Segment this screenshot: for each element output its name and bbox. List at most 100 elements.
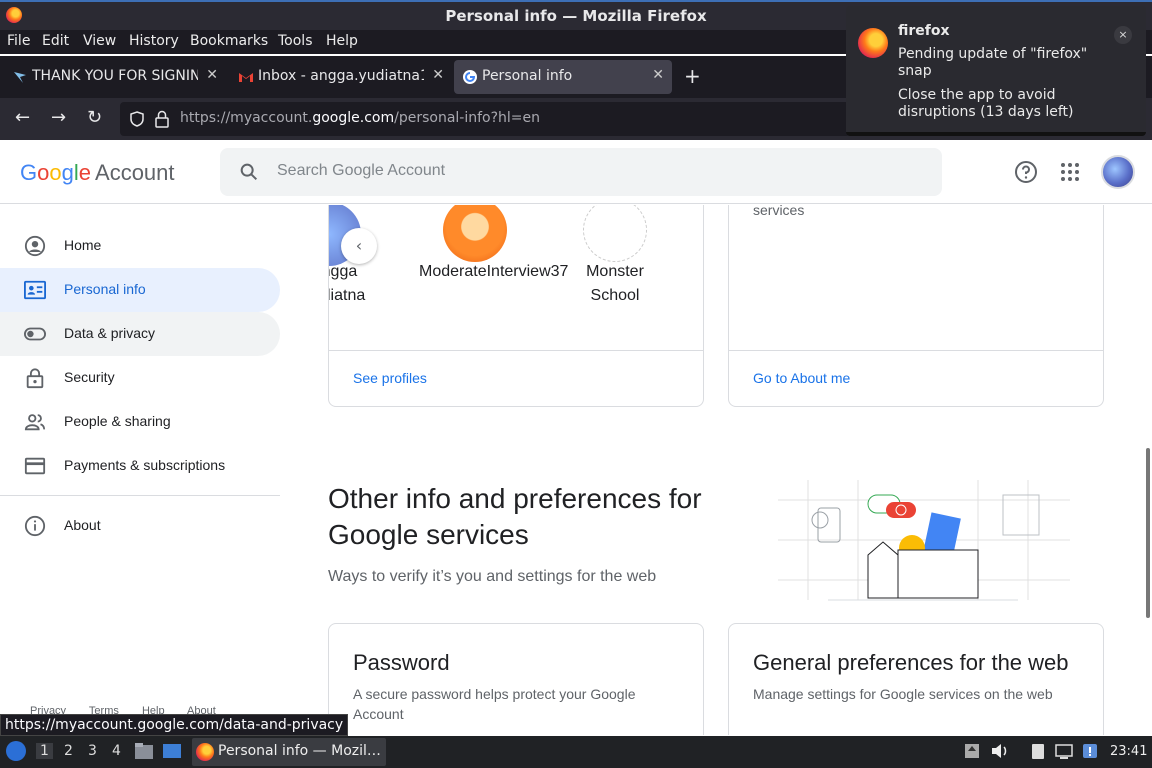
workspace-4[interactable]: 4 <box>112 743 121 759</box>
reload-icon[interactable]: ↻ <box>87 107 102 128</box>
close-icon[interactable]: ✕ <box>432 67 444 83</box>
system-taskbar: 1 2 3 4 Personal info — Mozil… 23:41 <box>0 736 1152 768</box>
profile-avatar[interactable] <box>443 205 507 262</box>
card-title: General preferences for the web <box>753 650 1069 675</box>
sidebar-item-personal-info[interactable]: Personal info <box>0 268 280 312</box>
menu-tools[interactable]: Tools <box>278 33 313 49</box>
workspace-3[interactable]: 3 <box>88 743 97 759</box>
apps-grid-icon[interactable] <box>1058 160 1082 184</box>
snap-icon <box>14 72 26 83</box>
card-icon <box>24 457 46 475</box>
notification-body: Close the app to avoid disruptions (13 d… <box>898 87 1074 120</box>
new-tab-button[interactable]: + <box>684 64 701 88</box>
tab-personal-info[interactable]: Personal info ✕ <box>454 60 672 94</box>
password-card[interactable]: Password A secure password helps protect… <box>328 623 704 735</box>
section-subtitle: Ways to verify it’s you and settings for… <box>328 568 657 585</box>
task-label: Personal info — Mozil… <box>218 743 381 759</box>
google-logo: Google <box>20 160 92 185</box>
search-icon[interactable] <box>238 161 260 183</box>
tab-inbox[interactable]: Inbox - angga.yudiatna1 ✕ <box>230 60 452 94</box>
notification-app: firefox <box>898 23 950 39</box>
sidebar-divider <box>0 495 280 496</box>
file-manager-icon[interactable] <box>134 742 154 760</box>
network-icon[interactable] <box>1054 742 1074 760</box>
card-footer: See profiles <box>329 350 703 406</box>
menu-help[interactable]: Help <box>326 33 358 49</box>
url-field[interactable]: https://myaccount.google.com/personal-in… <box>120 102 850 136</box>
page-scrollbar[interactable] <box>1146 448 1150 618</box>
go-to-about-me-link[interactable]: Go to About me <box>753 370 850 386</box>
people-icon <box>24 414 46 431</box>
sidebar-item-home[interactable]: Home <box>0 224 280 268</box>
profile-name: angga yudiatna <box>329 263 366 304</box>
avatar[interactable] <box>1101 155 1135 189</box>
profile-name: Monster School <box>586 263 644 304</box>
section-title: Other info and preferences for Google se… <box>328 483 702 550</box>
id-card-icon <box>24 280 46 300</box>
tab-label: THANK YOU FOR SIGNING <box>32 68 198 84</box>
volume-icon[interactable] <box>990 742 1010 760</box>
update-notification[interactable]: firefox Pending update of "firefox" snap… <box>846 6 1146 136</box>
menu-edit[interactable]: Edit <box>42 33 69 49</box>
sidebar-item-security[interactable]: Security <box>0 356 280 400</box>
close-icon[interactable]: ✕ <box>652 67 664 83</box>
sidebar-item-label: Personal info <box>64 281 146 297</box>
sidebar-item-label: Payments & subscriptions <box>64 457 226 473</box>
sidebar-item-label: Security <box>64 369 115 385</box>
gmail-icon <box>239 73 253 82</box>
menu-history[interactable]: History <box>129 33 179 49</box>
notification-summary: Pending update of "firefox" snap <box>898 46 1088 79</box>
profile-name: ModerateInterview37 <box>419 263 569 280</box>
carousel-prev-button[interactable]: ‹ <box>341 228 377 264</box>
upload-icon[interactable] <box>962 742 982 760</box>
sidebar-item-people-sharing[interactable]: People & sharing <box>0 400 280 444</box>
profile-avatar[interactable] <box>583 205 647 262</box>
main-content: angga yudiatna ModerateInterview37 Monst… <box>280 205 1152 735</box>
shield-icon[interactable] <box>130 111 144 127</box>
logo-account-text: Account <box>95 160 175 185</box>
search-input[interactable]: Search Google Account <box>277 162 445 180</box>
card-text: services <box>753 205 805 218</box>
general-preferences-card[interactable]: General preferences for the web Manage s… <box>728 623 1104 735</box>
forward-icon[interactable]: → <box>51 107 66 128</box>
lock-icon[interactable] <box>155 110 169 128</box>
card-title: Password <box>353 650 450 675</box>
workspace-1[interactable]: 1 <box>36 743 53 759</box>
profiles-card: angga yudiatna ModerateInterview37 Monst… <box>328 205 704 407</box>
sidebar-item-data-privacy[interactable]: Data & privacy <box>0 312 280 356</box>
help-icon[interactable] <box>1014 160 1038 184</box>
sidebar-item-about[interactable]: About <box>0 504 280 548</box>
card-description: Manage settings for Google services on t… <box>753 686 1053 702</box>
notification-tray-icon[interactable] <box>1080 742 1100 760</box>
clock[interactable]: 23:41 <box>1110 744 1147 759</box>
see-profiles-link[interactable]: See profiles <box>353 370 427 386</box>
clipboard-icon[interactable] <box>1028 742 1048 760</box>
close-icon[interactable]: × <box>1114 26 1132 44</box>
start-menu-icon[interactable] <box>6 741 26 761</box>
search-bar[interactable]: Search Google Account <box>220 148 942 196</box>
sidebar-nav: Home Personal info Data & privacy Securi… <box>0 205 280 735</box>
card-description: A secure password helps protect your Goo… <box>353 686 636 722</box>
back-icon[interactable]: ← <box>15 107 30 128</box>
google-account-logo[interactable]: Google Account <box>20 160 175 186</box>
sidebar-item-payments[interactable]: Payments & subscriptions <box>0 444 280 488</box>
taskbar-firefox-task[interactable]: Personal info — Mozil… <box>192 738 386 766</box>
url-text: https://myaccount.google.com/personal-in… <box>180 110 541 126</box>
google-account-header: Google Account Search Google Account <box>0 140 1152 204</box>
close-icon[interactable]: ✕ <box>206 67 218 83</box>
menu-file[interactable]: File <box>7 33 30 49</box>
firefox-icon <box>858 28 888 58</box>
workspace-2[interactable]: 2 <box>64 743 73 759</box>
sidebar-item-label: Data & privacy <box>64 325 156 341</box>
lock-icon <box>26 368 44 389</box>
about-me-card: services Go to About me <box>728 205 1104 407</box>
menu-bookmarks[interactable]: Bookmarks <box>190 33 268 49</box>
sidebar-item-label: Home <box>64 237 102 253</box>
tab-label: Personal info <box>482 68 573 84</box>
tab-thank-you[interactable]: THANK YOU FOR SIGNING ✕ <box>4 60 226 94</box>
menu-view[interactable]: View <box>83 33 116 49</box>
profiles-carousel: angga yudiatna ModerateInterview37 Monst… <box>329 205 703 350</box>
desktop-icon[interactable] <box>162 742 182 760</box>
link-status-url: https://myaccount.google.com/data-and-pr… <box>0 714 349 736</box>
card-footer: Go to About me <box>729 350 1103 406</box>
